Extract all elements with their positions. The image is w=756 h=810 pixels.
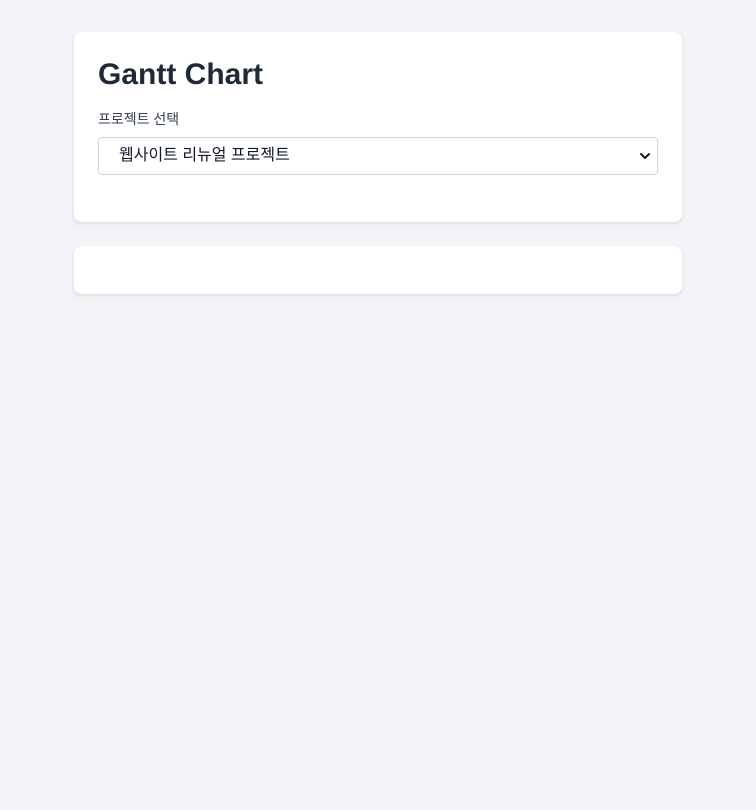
project-select-label: 프로젝트 선택 — [98, 111, 180, 127]
page-title: Gantt Chart — [98, 58, 263, 91]
project-select[interactable]: 웹사이트 리뉴얼 프로젝트 — [98, 137, 658, 175]
project-select-value: 웹사이트 리뉴얼 프로젝트 — [119, 147, 290, 164]
chevron-down-icon — [640, 153, 650, 159]
project-header-card: Gantt Chart 프로젝트 선택 웹사이트 리뉴얼 프로젝트 — [74, 32, 682, 222]
gantt-chart-container — [74, 246, 682, 294]
